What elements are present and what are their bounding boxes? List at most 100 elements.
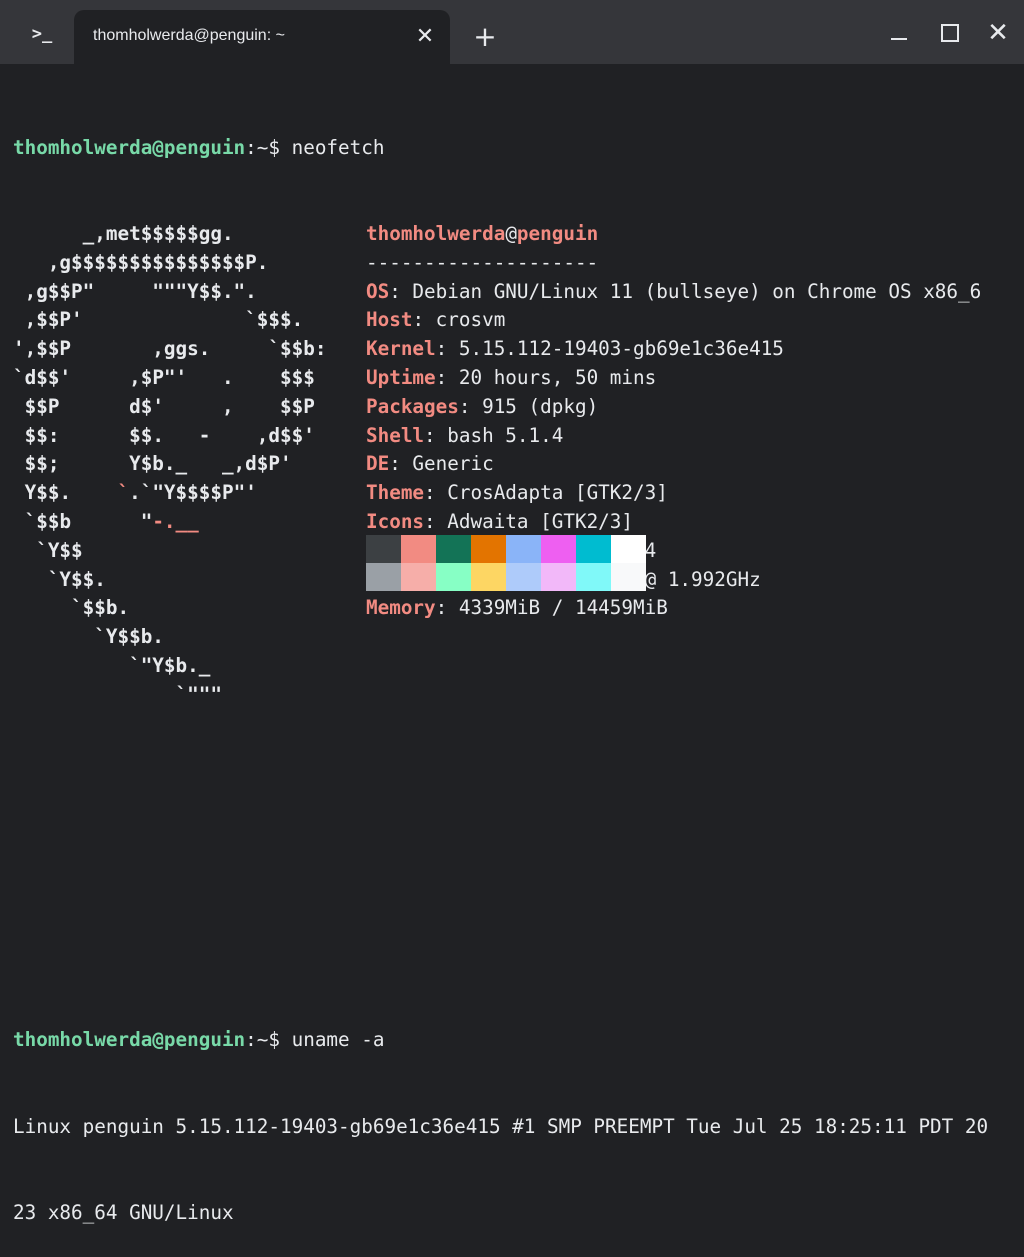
neofetch-row: ,$$P' `$$$. Host: crosvm — [13, 306, 1013, 335]
color-swatch — [471, 563, 506, 591]
ascii-art-line: `""" — [13, 682, 222, 706]
sysinfo-divider: -------------------- — [366, 250, 599, 274]
sysinfo-value: : 20 hours, 50 mins — [435, 365, 657, 389]
prompt-separator: :~$ — [245, 1028, 292, 1052]
sysinfo-kernel: Kernel: 5.15.112-19403-gb69e1c36e415 — [366, 335, 784, 364]
neofetch-row: _,met$$$$$gg. thomholwerda@penguin — [13, 220, 1013, 249]
minimize-icon[interactable] — [882, 18, 916, 48]
color-swatch — [576, 535, 611, 563]
neofetch-row: `$$b. Memory: 4339MiB / 14459MiB — [13, 594, 1013, 623]
sysinfo-value: : crosvm — [412, 308, 506, 332]
ascii-art-line: `$$b. — [13, 596, 130, 620]
terminal-icon[interactable]: >_ — [22, 14, 62, 54]
sysinfo-key: Icons — [366, 509, 425, 533]
ascii-art-line: ,$$P' `$$$. — [13, 308, 304, 332]
title-bar: >_ thomholwerda@penguin: ~ ✕ + ✕ — [0, 0, 1024, 64]
ascii-art-line: _,met$$$$$gg. — [13, 221, 234, 245]
color-swatch — [471, 535, 506, 563]
sysinfo-icons: Icons: Adwaita [GTK2/3] — [366, 508, 633, 537]
sysinfo-uptime: Uptime: 20 hours, 50 mins — [366, 364, 656, 393]
color-swatch — [576, 563, 611, 591]
new-tab-button[interactable]: + — [470, 22, 500, 52]
sysinfo-value: : CrosAdapta [GTK2/3] — [424, 481, 668, 505]
prompt-command: uname -a — [291, 1028, 385, 1052]
sysinfo-key: Memory — [366, 596, 436, 620]
prompt-user: thomholwerda@penguin — [13, 1028, 246, 1052]
sysinfo-value: : Generic — [389, 452, 494, 476]
color-palette — [366, 535, 646, 591]
sysinfo-key: Uptime — [366, 365, 436, 389]
ascii-art-line: `Y$$b. — [13, 625, 164, 649]
sysinfo-de: DE: Generic — [366, 450, 494, 479]
sysinfo-value: : 5.15.112-19403-gb69e1c36e415 — [435, 337, 784, 361]
color-swatch — [611, 535, 646, 563]
ascii-art-line: ,g$$P" """Y$$.". — [13, 279, 257, 303]
prompt-user: thomholwerda@penguin — [13, 135, 246, 159]
tab-terminal[interactable]: thomholwerda@penguin: ~ ✕ — [74, 10, 450, 64]
neofetch-row: ',$$P ,ggs. `$$b: Kernel: 5.15.112-19403-… — [13, 335, 1013, 364]
sysinfo-host: penguin — [516, 221, 599, 245]
ascii-art-line: $$; Y$b._ _,d$P' — [13, 452, 292, 476]
color-swatch — [506, 535, 541, 563]
prompt-command: neofetch — [291, 135, 385, 159]
sysinfo-value: : bash 5.1.4 — [424, 423, 564, 447]
neofetch-row: `Y$$b. — [13, 623, 1013, 652]
neofetch-row: `""" — [13, 681, 1013, 710]
sysinfo-theme: Theme: CrosAdapta [GTK2/3] — [366, 479, 668, 508]
output-line: Linux penguin 5.15.112-19403-gb69e1c36e4… — [13, 1114, 989, 1138]
sysinfo-shell: Shell: bash 5.1.4 — [366, 422, 563, 451]
sysinfo-value: : 4339MiB / 14459MiB — [435, 596, 668, 620]
color-swatch — [366, 535, 401, 563]
neofetch-row: $$: $$. - ,d$$' Shell: bash 5.1.4 — [13, 422, 1013, 451]
prompt-line: thomholwerda@penguin:~$ uname -a — [13, 1026, 1013, 1055]
neofetch-row: ,g$$$$$$$$$$$$$$$P. -------------------- — [13, 249, 1013, 278]
color-swatch — [611, 563, 646, 591]
sysinfo-header: thomholwerda@penguin — [366, 220, 598, 249]
ascii-art-line: $$: $$. - ,d$$' — [24, 423, 315, 447]
ascii-art-line: ,g$$$$$$$$$$$$$$$P. — [13, 250, 269, 274]
color-swatch — [401, 563, 436, 591]
close-window-icon[interactable]: ✕ — [981, 18, 1015, 48]
ascii-art-line: `$$b "-.__ — [24, 509, 199, 533]
neofetch-output: _,met$$$$$gg. thomholwerda@penguin ,g$$$$… — [13, 220, 1013, 710]
sysinfo-memory: Memory: 4339MiB / 14459MiB — [366, 594, 668, 623]
ascii-art-line: `Y$$. — [13, 567, 106, 591]
color-swatch — [366, 563, 401, 591]
neofetch-row: `$$b "-.__ Icons: Adwaita [GTK2/3] — [13, 508, 1013, 537]
neofetch-row: Y$$. `.`"Y$$$$P"' Theme: CrosAdapta [GTK2… — [13, 479, 1013, 508]
sysinfo-value: : 915 (dpkg) — [458, 394, 599, 418]
neofetch-row: $$P d$' , $$P Packages: 915 (dpkg) — [13, 393, 1013, 422]
sysinfo-packages: Packages: 915 (dpkg) — [366, 393, 598, 422]
color-swatch — [541, 535, 576, 563]
sysinfo-key: OS — [366, 279, 390, 303]
ascii-art-line: Y$$. `.`"Y$$$$P"' — [24, 481, 257, 505]
sysinfo-key: Shell — [366, 423, 425, 447]
sysinfo-key: Packages — [366, 394, 459, 418]
color-swatch — [506, 563, 541, 591]
sysinfo-user: thomholwerda — [366, 221, 506, 245]
sysinfo-key: Theme — [366, 481, 425, 505]
sysinfo-os: OS: Debian GNU/Linux 11 (bullseye) on Ch… — [366, 278, 981, 307]
sysinfo-key: DE — [366, 452, 390, 476]
ascii-art-line: `d$$' ,$P"' . $$$ — [13, 365, 315, 389]
sysinfo-key: Host — [366, 308, 413, 332]
sysinfo-host: Host: crosvm — [366, 306, 505, 335]
ascii-art-line: `"Y$b._ — [13, 653, 211, 677]
ascii-art-line: `Y$$ — [13, 538, 83, 562]
tab-title: thomholwerda@penguin: ~ — [93, 27, 285, 44]
prompt-line: thomholwerda@penguin:~$ neofetch — [13, 134, 1013, 163]
neofetch-row: ,g$$P" """Y$$.". OS: Debian GNU/Linux 11 … — [13, 278, 1013, 307]
terminal-output[interactable]: thomholwerda@penguin:~$ neofetch _,met$$… — [13, 76, 1013, 1224]
maximize-icon[interactable] — [932, 18, 966, 48]
ascii-art-line: ',$$P ,ggs. `$$b: — [13, 337, 327, 361]
color-swatch — [436, 563, 471, 591]
sysinfo-key: Kernel — [366, 337, 436, 361]
color-swatch — [401, 535, 436, 563]
ascii-art-line: $$P d$' , $$P — [24, 394, 315, 418]
sysinfo-value: : Debian GNU/Linux 11 (bullseye) on Chro… — [389, 279, 982, 303]
tab-close-icon[interactable]: ✕ — [412, 24, 438, 50]
sysinfo-at: @ — [505, 221, 517, 245]
color-swatch — [541, 563, 576, 591]
neofetch-row: $$; Y$b._ _,d$P' DE: Generic — [13, 450, 1013, 479]
sysinfo-value: : Adwaita [GTK2/3] — [424, 509, 633, 533]
